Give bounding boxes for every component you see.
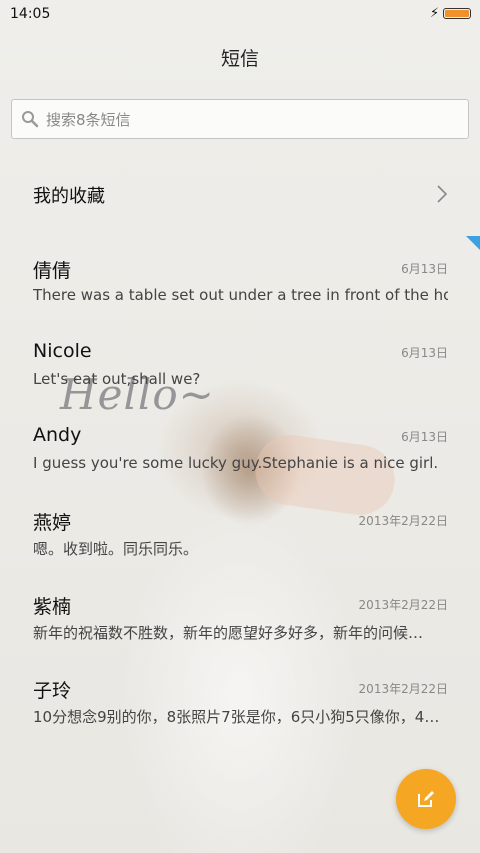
thread-item[interactable]: 燕婷 2013年2月22日 嗯。收到啦。同乐同乐。 [0,508,480,592]
search-input[interactable] [44,100,448,140]
thread-item[interactable]: 子玲 2013年2月22日 10分想念9别的你，8张照片7张是你，6只小狗5只像… [0,676,480,760]
thread-name: Nicole [33,340,92,362]
status-time: 14:05 [10,6,51,22]
thread-preview: There was a table set out under a tree i… [33,286,448,304]
compose-button[interactable] [396,769,456,829]
thread-item[interactable]: 紫楠 2013年2月22日 新年的祝福数不胜数，新年的愿望好多好多，新年的问候… [0,592,480,676]
search-box[interactable] [11,99,469,140]
thread-item[interactable]: Andy 6月13日 I guess you're some lucky guy… [0,424,480,508]
thread-date: 2013年2月22日 [358,598,448,612]
battery-icon [443,8,471,19]
search-icon [22,111,39,128]
thread-name: 子玲 [33,680,72,702]
thread-name: 燕婷 [33,512,72,534]
scroll-marker [466,236,480,250]
thread-name: Andy [33,424,82,446]
charging-icon: ⚡ [430,6,440,21]
thread-item[interactable]: Nicole 6月13日 Let's eat out,shall we? [0,340,480,424]
thread-preview: I guess you're some lucky guy.Stephanie … [33,454,439,472]
favorites-label: 我的收藏 [33,186,105,207]
thread-preview: 嗯。收到啦。同乐同乐。 [33,540,199,558]
thread-name: 紫楠 [33,596,72,618]
thread-date: 6月13日 [401,262,448,276]
favorites-row[interactable]: 我的收藏 [0,160,480,228]
status-bar: 14:05 ⚡ [0,0,480,28]
thread-item[interactable]: 倩倩 6月13日 There was a table set out under… [0,256,480,340]
thread-name: 倩倩 [33,260,72,282]
thread-date: 2013年2月22日 [358,514,448,528]
compose-icon [418,791,434,807]
thread-preview: 新年的祝福数不胜数，新年的愿望好多好多，新年的问候… [33,624,424,642]
chevron-right-icon [437,185,448,203]
thread-date: 6月13日 [401,346,448,360]
thread-preview: 10分想念9别的你，8张照片7张是你，6只小狗5只像你，4… [33,708,440,726]
thread-date: 6月13日 [401,430,448,444]
page-title: 短信 [220,48,259,70]
thread-preview: Let's eat out,shall we? [33,370,201,388]
thread-date: 2013年2月22日 [358,682,448,696]
